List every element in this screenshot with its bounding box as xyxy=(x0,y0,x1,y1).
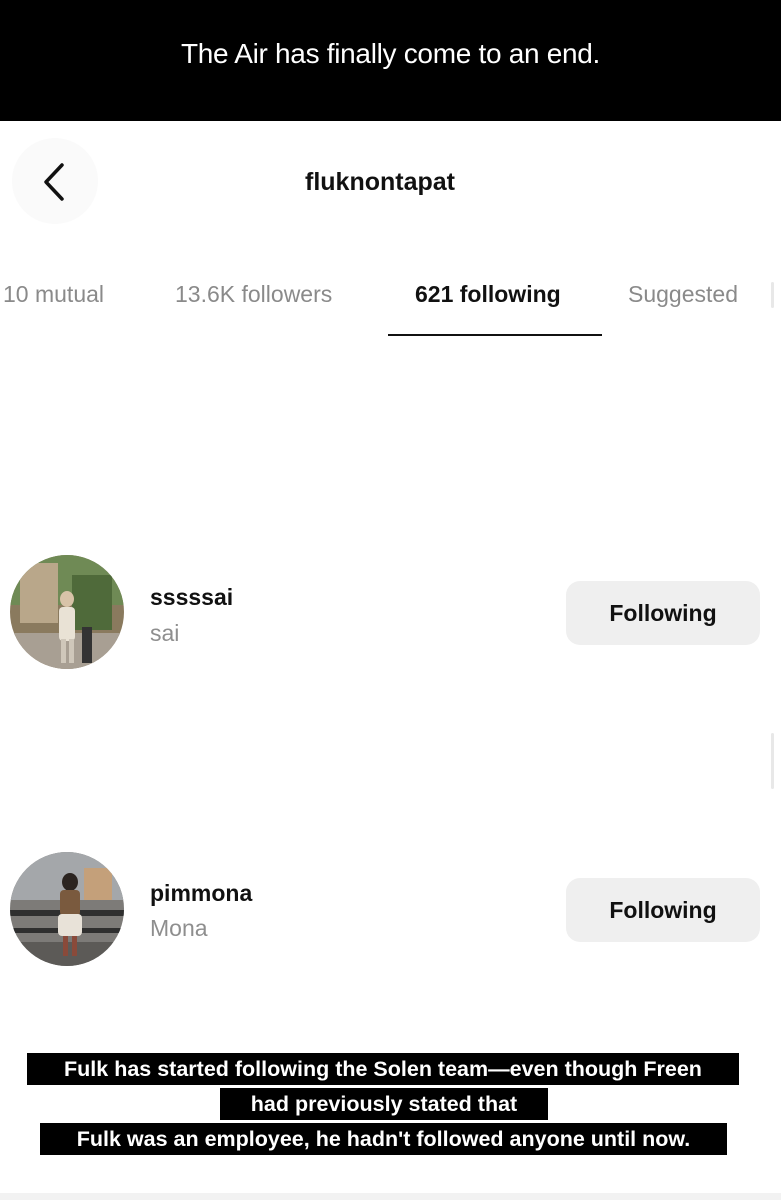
caption-line: Fulk has started following the Solen tea… xyxy=(27,1053,739,1085)
bottom-divider xyxy=(0,1193,781,1200)
following-button[interactable]: Following xyxy=(566,581,760,645)
tab-followers[interactable]: 13.6K followers xyxy=(175,281,332,308)
tab-mutual[interactable]: 10 mutual xyxy=(3,281,104,308)
display-name: sai xyxy=(150,620,180,646)
username[interactable]: sssssai xyxy=(150,584,233,611)
caption-line: had previously stated that xyxy=(220,1088,548,1120)
following-button[interactable]: Following xyxy=(566,878,760,942)
active-tab-indicator xyxy=(388,334,602,336)
display-name: Mona xyxy=(150,915,208,941)
tab-suggested[interactable]: Suggested xyxy=(628,281,738,308)
avatar-photo xyxy=(10,555,124,669)
avatar[interactable] xyxy=(10,852,124,966)
scroll-indicator xyxy=(771,733,774,789)
avatar[interactable] xyxy=(10,555,124,669)
banner-text: The Air has finally come to an end. xyxy=(180,38,601,69)
profile-username-title: fluknontapat xyxy=(305,168,455,196)
username[interactable]: pimmona xyxy=(150,880,252,907)
avatar-photo xyxy=(10,852,124,966)
caption-line: Fulk was an employee, he hadn't followed… xyxy=(40,1123,727,1155)
tab-following[interactable]: 621 following xyxy=(415,281,561,308)
top-banner: The Air has finally come to an end. xyxy=(0,0,781,121)
scroll-indicator xyxy=(771,282,774,308)
